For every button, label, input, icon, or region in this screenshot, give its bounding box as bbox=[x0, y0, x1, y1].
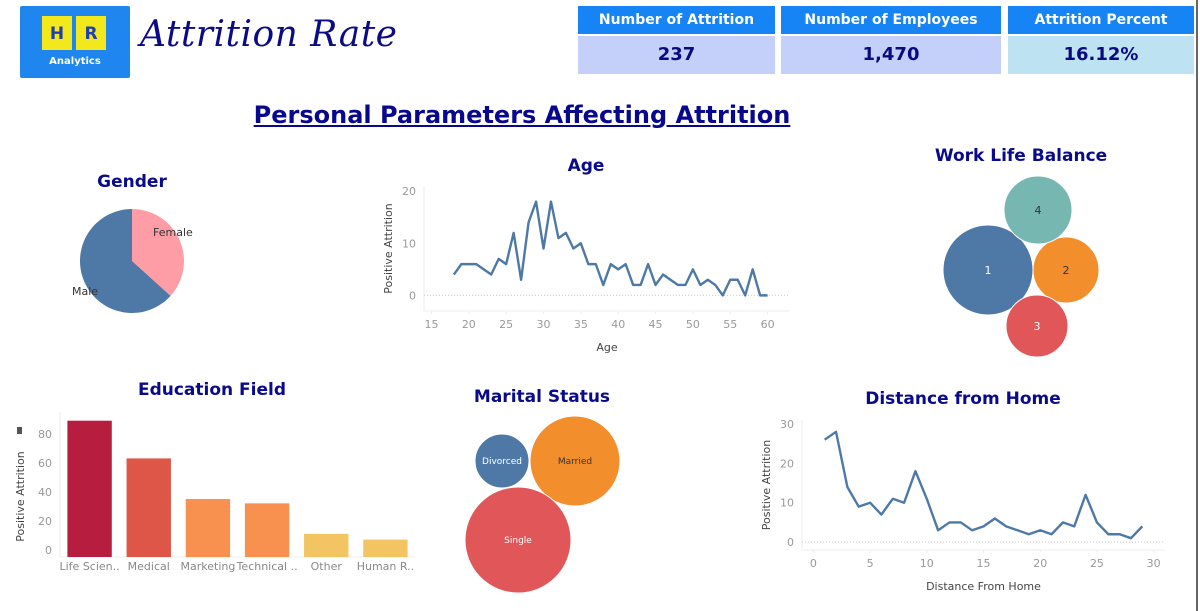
y-tick-label: 10 bbox=[402, 237, 416, 250]
pie-label-female: Female bbox=[153, 226, 193, 239]
pie-label-male: Male bbox=[72, 285, 98, 298]
x-tick-label: 20 bbox=[1033, 557, 1047, 570]
sort-icon bbox=[17, 427, 22, 434]
y-axis-title: Positive Attrition bbox=[760, 440, 773, 531]
y-axis-title: Positive Attrition bbox=[382, 203, 395, 294]
x-tick-label: 60 bbox=[761, 318, 775, 331]
distance_from_home-chart: 0 10 20 30 0 5 10 15 20 25 30 Distance From Home Pos… bbox=[760, 418, 1165, 593]
x-tick-label: 10 bbox=[920, 557, 934, 570]
marital-bubble-label: Married bbox=[558, 457, 592, 467]
x-tick-label: 0 bbox=[810, 557, 817, 570]
x-tick-label: 15 bbox=[977, 557, 991, 570]
education-bar bbox=[67, 420, 112, 557]
x-tick-label: Other bbox=[311, 560, 343, 573]
y-tick-label: 20 bbox=[38, 515, 52, 528]
wlb-bubble-label: 2 bbox=[1063, 264, 1070, 277]
education-bar bbox=[244, 503, 290, 557]
wlb-bubble-label: 4 bbox=[1035, 204, 1042, 217]
x-tick-label: 50 bbox=[686, 318, 700, 331]
x-axis-title: Distance From Home bbox=[926, 580, 1041, 593]
education-bar bbox=[185, 499, 231, 557]
y-tick-label: 40 bbox=[38, 486, 52, 499]
y-tick-label: 60 bbox=[38, 457, 52, 470]
x-tick-label: 35 bbox=[574, 318, 588, 331]
x-tick-label: 30 bbox=[1147, 557, 1161, 570]
x-tick-label: Marketing bbox=[181, 560, 236, 573]
x-tick-label: Human R.. bbox=[357, 560, 414, 573]
x-tick-label: 20 bbox=[462, 318, 476, 331]
education-field-chart: 0 20 40 60 80 Life Scien.. Medical Marketing Tec… bbox=[14, 412, 415, 573]
y-tick-label: 0 bbox=[45, 544, 52, 557]
y-tick-label: 0 bbox=[409, 289, 416, 302]
wlb-bubble-label: 3 bbox=[1034, 320, 1041, 333]
y-tick-label: 0 bbox=[787, 536, 794, 549]
distance_from_home-series-line bbox=[824, 430, 1144, 540]
y-tick-label: 80 bbox=[38, 428, 52, 441]
y-tick-label: 20 bbox=[780, 457, 794, 470]
x-tick-label: 45 bbox=[649, 318, 663, 331]
x-tick-label: 40 bbox=[611, 318, 625, 331]
education-bar bbox=[304, 533, 349, 557]
y-tick-label: 10 bbox=[780, 497, 794, 510]
y-tick-label: 30 bbox=[780, 418, 794, 431]
education-bar bbox=[126, 458, 171, 557]
y-axis-title: Positive Attrition bbox=[14, 451, 27, 542]
age-series-line bbox=[452, 200, 768, 297]
wlb-bubble-label: 1 bbox=[985, 264, 992, 277]
marital-bubble-label: Divorced bbox=[482, 457, 522, 467]
x-tick-label: 30 bbox=[537, 318, 551, 331]
x-axis-title: Age bbox=[596, 341, 618, 354]
marital-bubble-label: Single bbox=[504, 536, 532, 546]
x-tick-label: Technical .. bbox=[236, 560, 298, 573]
x-tick-label: Life Scien.. bbox=[60, 560, 120, 573]
charts-canvas: FemaleMale 0102015 20 25 30 35 40 45 50 55 60AgePo… bbox=[14, 175, 1165, 594]
x-tick-label: 55 bbox=[723, 318, 737, 331]
x-tick-label: 25 bbox=[499, 318, 513, 331]
x-tick-label: 5 bbox=[867, 557, 874, 570]
education-bar bbox=[363, 539, 408, 557]
x-tick-label: 25 bbox=[1090, 557, 1104, 570]
x-tick-label: 15 bbox=[424, 318, 438, 331]
age-chart: 0 10 20 15 20 25 30 35 40 45 50 55 60 Age Positive Att… bbox=[382, 185, 790, 354]
x-tick-label: Medical bbox=[128, 560, 170, 573]
y-tick-label: 20 bbox=[402, 185, 416, 198]
